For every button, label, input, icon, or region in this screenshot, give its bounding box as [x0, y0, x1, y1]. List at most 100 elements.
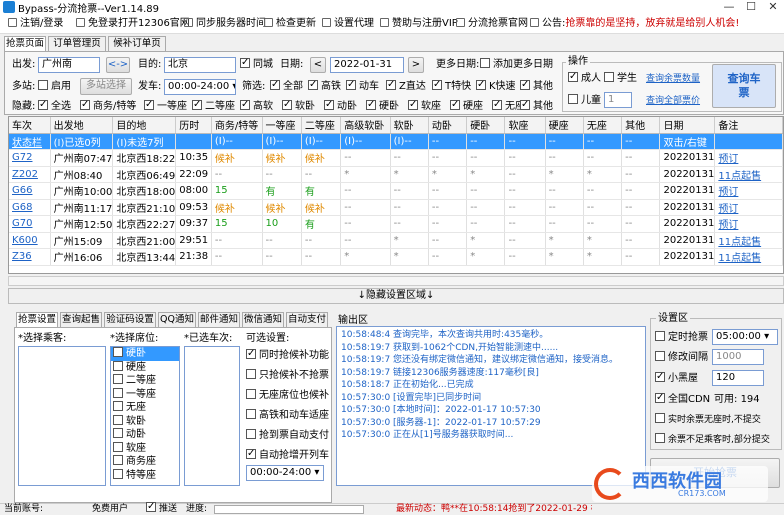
- cell-text[interactable]: Z36: [12, 251, 32, 262]
- filter-all-checkbox[interactable]: 全部: [270, 78, 303, 94]
- timed-grab-checkbox[interactable]: 定时抢票: [655, 331, 708, 345]
- cell-text[interactable]: G72: [12, 152, 32, 163]
- login-logout-menu[interactable]: 注销/登录: [8, 17, 63, 31]
- tab-auto-pay[interactable]: 自动支付: [286, 312, 328, 327]
- cell-text[interactable]: 预订: [718, 154, 738, 165]
- filter-k-checkbox[interactable]: K快速: [476, 78, 516, 94]
- seat-list[interactable]: 硬卧 硬座 二等座 一等座 无座 软卧 动卧 软座 商务座 特等座: [110, 346, 180, 486]
- horizontal-scrollbar[interactable]: [8, 276, 784, 286]
- option-extra-trains[interactable]: 自动抢增开列车: [246, 447, 329, 463]
- black-room-input[interactable]: 120: [712, 370, 764, 386]
- seat-option[interactable]: 商务座: [111, 455, 179, 469]
- column-header[interactable]: 二等座: [301, 117, 342, 134]
- filter-z-checkbox[interactable]: Z直达: [386, 78, 426, 94]
- table-row[interactable]: G68 广州南11:17 北京西21:10 09:53 候补 候补 候补 -- -- -- -- --…: [9, 199, 783, 216]
- passenger-list[interactable]: [18, 346, 106, 486]
- hide-business-checkbox[interactable]: 商务/特等: [80, 98, 136, 114]
- timed-grab-input[interactable]: 05:00:00 ▾: [712, 329, 778, 345]
- column-header[interactable]: 一等座: [262, 117, 302, 134]
- hide-other-checkbox[interactable]: 其他: [520, 98, 553, 114]
- proxy-menu[interactable]: 设置代理: [322, 17, 374, 31]
- selected-trains-list[interactable]: [184, 346, 240, 486]
- minimize-icon[interactable]: —: [718, 0, 740, 14]
- column-header[interactable]: 软座: [504, 117, 546, 134]
- column-header[interactable]: 车次: [9, 117, 51, 134]
- option-waitlist-too[interactable]: 同时抢候补功能: [246, 347, 329, 363]
- hide-high-soft-checkbox[interactable]: 高软: [240, 98, 273, 114]
- cell-text[interactable]: G68: [12, 202, 32, 213]
- cell-text[interactable]: 11点起售: [718, 171, 761, 182]
- filter-t-checkbox[interactable]: T特快: [432, 78, 471, 94]
- column-header[interactable]: 其他: [621, 117, 661, 134]
- filter-gaotie-checkbox[interactable]: 高铁: [308, 78, 341, 94]
- query-remaining-link[interactable]: 查询余票数量: [646, 72, 700, 86]
- column-header[interactable]: 出发地: [50, 117, 114, 134]
- cell-text[interactable]: 预订: [718, 187, 738, 198]
- column-header[interactable]: 硬卧: [466, 117, 506, 134]
- hide-second-class-checkbox[interactable]: 二等座: [192, 98, 235, 114]
- same-city-checkbox[interactable]: 同城: [240, 56, 273, 72]
- swap-stations-button[interactable]: <->: [106, 57, 130, 73]
- cell-text[interactable]: 11点起售: [718, 237, 761, 248]
- cell-text[interactable]: 预订: [718, 204, 738, 215]
- column-header[interactable]: 日期: [659, 117, 716, 134]
- seat-option[interactable]: 动卧: [111, 428, 179, 442]
- option-no-seat-waitlist[interactable]: 无座席位也候补: [246, 389, 329, 403]
- tab-grab[interactable]: 抢票页面: [4, 36, 46, 51]
- multi-station-enable-checkbox[interactable]: 启用: [38, 80, 71, 94]
- interval-input[interactable]: 1000: [712, 349, 764, 365]
- column-header[interactable]: 软卧: [390, 117, 429, 134]
- date-input[interactable]: 2022-01-31: [330, 57, 404, 73]
- realtime-submit-checkbox[interactable]: 实时余票无座时,不提交: [655, 413, 761, 427]
- option-auto-pay[interactable]: 抢到票自动支付: [246, 429, 329, 443]
- filter-dongche-checkbox[interactable]: 动车: [346, 78, 379, 94]
- black-room-checkbox[interactable]: 小黑屋: [655, 370, 698, 386]
- tab-mail-notify[interactable]: 邮件通知: [198, 312, 240, 327]
- official-site-menu[interactable]: 分流抢票官网: [456, 17, 528, 31]
- seat-option[interactable]: 特等座: [111, 468, 179, 483]
- column-header[interactable]: 高级软卧: [340, 117, 391, 134]
- tab-wechat-notify[interactable]: 微信通知: [242, 312, 284, 327]
- hide-soft-seat-checkbox[interactable]: 软座: [408, 98, 441, 114]
- tab-captcha[interactable]: 验证码设置: [104, 312, 156, 327]
- table-row[interactable]: G66 广州南10:00 北京西18:00 08:00 15 有 有 -- -- -- -- -- --…: [9, 182, 783, 200]
- option-time-select[interactable]: 00:00-24:00 ▾: [246, 465, 324, 481]
- student-checkbox[interactable]: 学生: [604, 72, 637, 86]
- hide-emu-sleeper-checkbox[interactable]: 动卧: [324, 98, 357, 114]
- table-row[interactable]: Z36 广州16:06 北京西13:44 21:38 -- -- -- * * -- * -- * * --…: [9, 248, 783, 266]
- tab-qq-notify[interactable]: QQ通知: [158, 312, 196, 327]
- child-count-input[interactable]: 1: [604, 92, 632, 108]
- seat-option[interactable]: 一等座: [111, 387, 179, 402]
- prev-date-button[interactable]: <: [310, 57, 326, 73]
- interval-checkbox[interactable]: 修改间隔: [655, 351, 708, 365]
- seat-option[interactable]: 软卧: [111, 414, 179, 429]
- sponsor-vip-menu[interactable]: 赞助与注册VIP: [380, 17, 458, 31]
- hide-first-class-checkbox[interactable]: 一等座: [144, 98, 187, 114]
- child-checkbox[interactable]: 儿童: [568, 94, 601, 108]
- hide-all-checkbox[interactable]: 全选: [38, 98, 71, 114]
- seat-option[interactable]: 硬卧: [111, 347, 179, 361]
- cell-text[interactable]: K600: [12, 235, 38, 246]
- partial-submit-checkbox[interactable]: 余票不足乘客时,部分提交: [655, 433, 770, 447]
- status-row[interactable]: 状态栏 (I)已选0列 (I)未选7列 (I)-- (I)-- (I)-- (I)-- (I)…: [9, 133, 783, 150]
- column-header[interactable]: 备注: [714, 117, 783, 134]
- depart-time-select[interactable]: 00:00-24:00 ▾: [164, 79, 236, 95]
- hide-hard-seat-checkbox[interactable]: 硬座: [450, 98, 483, 114]
- global-cdn-checkbox[interactable]: 全国CDN: [655, 391, 710, 407]
- column-header[interactable]: 历时: [175, 117, 212, 134]
- cell-text[interactable]: 11点起售: [718, 253, 761, 264]
- query-tickets-button[interactable]: 查询车票: [712, 64, 776, 108]
- query-all-prices-link[interactable]: 查询全部票价: [646, 94, 700, 108]
- sync-time-menu[interactable]: 同步服务器时间: [184, 17, 266, 31]
- column-header[interactable]: 无座: [583, 117, 623, 134]
- next-date-button[interactable]: >: [408, 57, 424, 73]
- cell-text[interactable]: G66: [12, 185, 32, 196]
- adult-checkbox[interactable]: 成人: [568, 70, 601, 86]
- tab-orders[interactable]: 订单管理页面: [48, 36, 106, 63]
- seat-option[interactable]: 二等座: [111, 374, 179, 388]
- column-header[interactable]: 目的地: [112, 117, 177, 134]
- option-only-waitlist[interactable]: 只抢候补不抢票: [246, 369, 329, 383]
- option-gaotie-dongche[interactable]: 高铁和动车适座: [246, 409, 329, 423]
- push-checkbox[interactable]: 推送: [146, 500, 177, 515]
- open-12306-menu[interactable]: 免登录打开12306官网: [76, 17, 190, 31]
